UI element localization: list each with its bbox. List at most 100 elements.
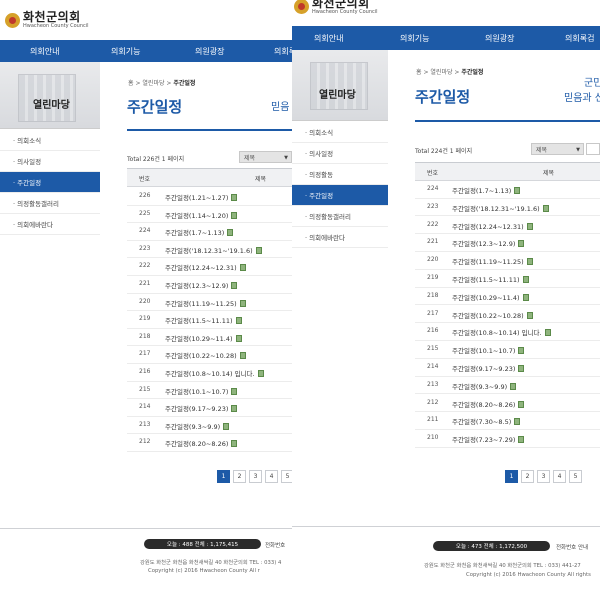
sidebar-item-schedule[interactable]: · 의사일정 [292, 143, 388, 164]
row-number: 216 [427, 327, 439, 335]
row-title-link[interactable]: 주간일정(12.3~12.9) [452, 238, 525, 248]
row-title-link[interactable]: 주간일정(12.24~12.31) [165, 262, 246, 272]
row-title-link[interactable]: 주간일정(9.17~9.23) [165, 403, 238, 413]
row-title-link[interactable]: 주간일정(7.30~8.5) [452, 416, 521, 426]
table-row: 213 주간일정(9.3~9.9) [127, 417, 292, 435]
nav-item-minutes-search[interactable]: 의회록검 [565, 26, 594, 50]
table-row: 211 주간일정(7.30~8.5) [415, 412, 600, 430]
sidebar-item-news[interactable]: · 의회소식 [292, 122, 388, 143]
table-header: 번호 제목 [127, 168, 292, 187]
breadcrumb-current: 주간일정 [173, 80, 196, 87]
row-number: 212 [139, 438, 151, 446]
search-field-select[interactable]: 제목 ▼ [239, 151, 292, 163]
row-title-link[interactable]: 주간일정(12.24~12.31) [452, 221, 533, 231]
attachment-file-icon [239, 299, 246, 307]
breadcrumb-home[interactable]: 홈 [416, 69, 422, 76]
page-button-3[interactable]: 3 [537, 470, 550, 483]
row-title-link[interactable]: 주간일정(10.8~10.14) 입니다. [452, 327, 551, 337]
page-button-2[interactable]: 2 [233, 470, 246, 483]
page-button-5[interactable]: 5 [281, 470, 292, 483]
footer-phone-link[interactable]: 전화번호 안내 [556, 543, 588, 551]
page-button-4[interactable]: 4 [265, 470, 278, 483]
row-title-link[interactable]: 주간일정(10.8~10.14) 입니다. [165, 368, 264, 378]
table-row: 216 주간일정(10.8~10.14) 입니다. [127, 364, 292, 382]
sidebar-hero: 열린마당 [292, 50, 388, 121]
breadcrumb-section[interactable]: 열린마당 [430, 69, 452, 76]
nav-item-council-function[interactable]: 의회기능 [400, 26, 429, 50]
nav-item-member-plaza[interactable]: 의원광장 [485, 26, 514, 50]
row-title-link[interactable]: 주간일정(9.3~9.9) [452, 381, 517, 391]
site-logo[interactable]: 화천군의회 Hwacheon County Council [294, 0, 378, 15]
page-button-2[interactable]: 2 [521, 470, 534, 483]
breadcrumb-home[interactable]: 홈 [128, 80, 134, 87]
page-button-5[interactable]: 5 [569, 470, 582, 483]
row-number: 217 [139, 350, 151, 358]
sidebar-item-weekly-schedule[interactable]: · 주간일정 [292, 185, 388, 206]
page-button-1[interactable]: 1 [505, 470, 518, 483]
row-title-link[interactable]: 주간일정(10.22~10.28) [165, 350, 246, 360]
nav-item-member-plaza[interactable]: 의원광장 [195, 40, 224, 62]
row-title-link[interactable]: 주간일정(8.20~8.26) [165, 438, 238, 448]
nav-item-minutes-search[interactable]: 의회록검 [274, 40, 292, 62]
row-title-link[interactable]: 주간일정(10.29~11.4) [452, 292, 529, 302]
row-title-link[interactable]: 주간일정('18.12.31~'19.1.6) [452, 203, 549, 213]
row-title-link[interactable]: 주간일정(10.22~10.28) [452, 310, 533, 320]
footer-copyright: Copyright (c) 2016 Hwacheon County All r… [466, 572, 591, 578]
sidebar-item-weekly-schedule[interactable]: · 주간일정 [0, 172, 100, 193]
page-button-3[interactable]: 3 [249, 470, 262, 483]
row-title-link[interactable]: 주간일정(11.19~11.25) [165, 298, 246, 308]
attachment-file-icon [542, 204, 549, 212]
nav-item-council-intro[interactable]: 의회안내 [30, 40, 59, 62]
attachment-file-icon [239, 352, 246, 360]
attachment-file-icon [235, 317, 242, 325]
header-title: 제목 [255, 176, 267, 183]
row-title-link[interactable]: 주간일정(9.17~9.23) [452, 363, 525, 373]
row-title-link[interactable]: 주간일정(11.5~11.11) [452, 274, 529, 284]
row-title-link[interactable]: 주간일정(10.1~10.7) [165, 386, 238, 396]
row-title-link[interactable]: 주간일정(10.1~10.7) [452, 345, 525, 355]
row-title-link[interactable]: 주간일정(9.3~9.9) [165, 421, 230, 431]
attachment-file-icon [514, 187, 521, 194]
row-number: 221 [427, 238, 439, 246]
row-title-link[interactable]: 주간일정(10.29~11.4) [165, 333, 242, 343]
row-title-link[interactable]: 주간일정(12.3~12.9) [165, 280, 238, 290]
row-title-link[interactable]: 주간일정(11.19~11.25) [452, 256, 533, 266]
row-title-link[interactable]: 주간일정(1.7~1.13) [452, 185, 521, 195]
chevron-down-icon: ▼ [284, 155, 288, 161]
row-title-link[interactable]: 주간일정(11.5~11.11) [165, 315, 242, 325]
nav-item-council-intro[interactable]: 의회안내 [314, 26, 343, 50]
row-title-link[interactable]: 주간일정(7.23~7.29) [452, 434, 525, 444]
footer-phone-link[interactable]: 전화번호 [265, 541, 285, 549]
table-row: 214 주간일정(9.17~9.23) [127, 399, 292, 417]
row-number: 222 [139, 262, 151, 270]
breadcrumb-section[interactable]: 열린마당 [142, 80, 164, 87]
row-title-link[interactable]: 주간일정(1.7~1.13) [165, 227, 234, 237]
sidebar-item-schedule[interactable]: · 의사일정 [0, 151, 100, 172]
row-title-link[interactable]: 주간일정(8.20~8.26) [452, 399, 525, 409]
footer-address: 강원도 화천군 화천읍 화천새싹길 40 화천군의회 TEL : 033) 44… [424, 563, 581, 569]
nav-item-council-function[interactable]: 의회기능 [111, 40, 140, 62]
sidebar-item-gallery[interactable]: · 의정활동갤러리 [292, 206, 388, 227]
attachment-file-icon [231, 211, 238, 219]
attachment-file-icon [231, 387, 238, 395]
search-input[interactable] [586, 143, 600, 155]
row-number: 223 [139, 244, 151, 252]
page-button-4[interactable]: 4 [553, 470, 566, 483]
row-number: 213 [427, 380, 439, 388]
total-count: Total 226건 1 페이지 [127, 156, 185, 163]
row-title-link[interactable]: 주간일정('18.12.31~'19.1.6) [165, 245, 262, 255]
sidebar-item-suggestions[interactable]: · 의회에바란다 [0, 214, 100, 235]
sidebar-item-gallery[interactable]: · 의정활동갤러리 [0, 193, 100, 214]
row-title-link[interactable]: 주간일정(1.21~1.27) [165, 192, 238, 202]
row-number: 213 [139, 420, 151, 428]
search-field-select[interactable]: 제목 ▼ [531, 143, 584, 155]
site-logo[interactable]: 화천군의회 Hwacheon County Council [5, 11, 89, 29]
table-row: 223 주간일정('18.12.31~'19.1.6) [127, 241, 292, 259]
table-row: 212 주간일정(8.20~8.26) [415, 395, 600, 413]
sidebar-item-suggestions[interactable]: · 의회에바란다 [292, 227, 388, 248]
row-title-link[interactable]: 주간일정(1.14~1.20) [165, 210, 238, 220]
sidebar-item-activities[interactable]: · 의정활동 [292, 164, 388, 185]
page-button-1[interactable]: 1 [217, 470, 230, 483]
table-row: 222 주간일정(12.24~12.31) [127, 258, 292, 276]
sidebar-item-news[interactable]: · 의회소식 [0, 130, 100, 151]
